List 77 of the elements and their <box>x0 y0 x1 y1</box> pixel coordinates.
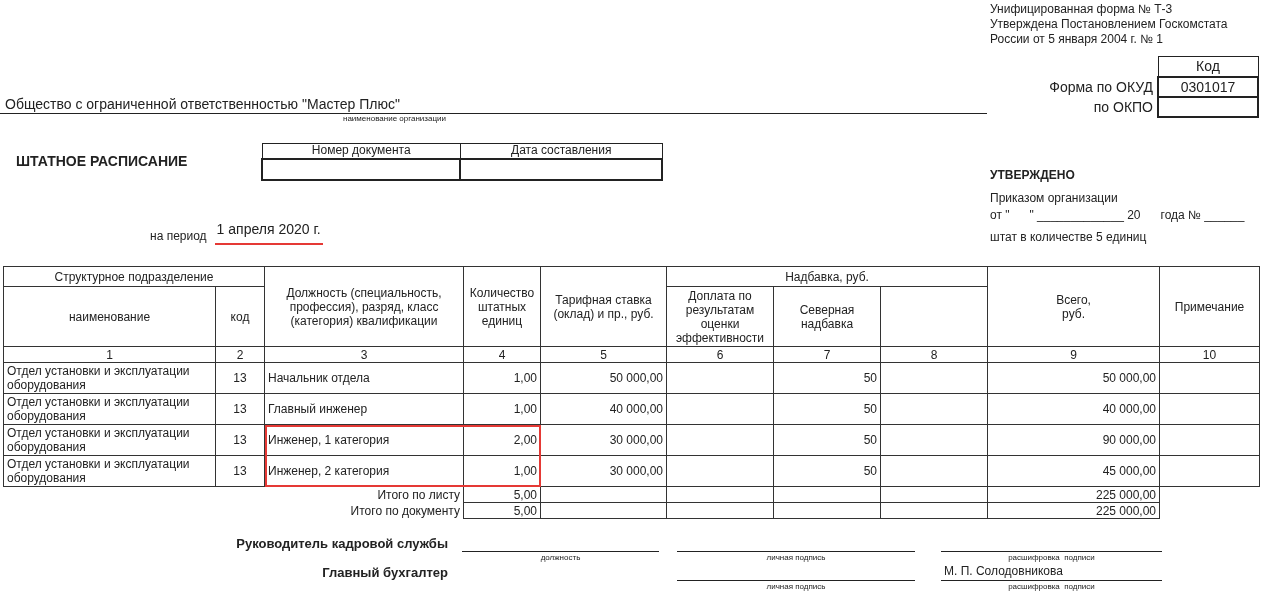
period-label: на период <box>150 227 207 245</box>
table-header-cell: Доплата по результатам оценки эффективности <box>666 286 774 347</box>
table-cell: 5,00 <box>463 486 541 503</box>
approval-line: от " " _____________ 20 года № ______ <box>990 206 1246 224</box>
table-cell: 50 <box>773 393 881 425</box>
table-header-cell: Структурное подразделение <box>3 266 265 287</box>
approval-line: Приказом организации <box>990 189 1119 207</box>
table-header-cell: Надбавка, руб. <box>666 266 988 287</box>
table-cell: 1,00 <box>463 393 541 425</box>
table-header-cell: Тарифная ставка (оклад) и пр., руб. <box>540 266 667 347</box>
table-cell: 50 000,00 <box>987 362 1160 394</box>
approval-line: штат в количестве 5 единиц <box>990 228 1148 246</box>
table-cell: Отдел установки и эксплуатации оборудования <box>3 393 216 425</box>
signatory-role: Руководитель кадровой службы <box>235 535 449 552</box>
column-number: 5 <box>540 346 667 363</box>
table-header-cell: Должность (специальность, профессия), разряд, класс (категория) квалификации <box>264 266 464 347</box>
column-number: 1 <box>3 346 216 363</box>
table-header-cell: Северная надбавка <box>773 286 881 347</box>
field-caption: наименование организации <box>343 114 447 124</box>
table-cell: Отдел установки и эксплуатации оборудования <box>3 362 216 394</box>
table-cell: Главный инженер <box>264 393 464 425</box>
table-cell: 40 000,00 <box>987 393 1160 425</box>
code-label: по ОКПО <box>1045 96 1158 117</box>
organization-name: Общество с ограниченной ответственностью "Мастер Плюс" <box>0 96 987 114</box>
table-cell: 45 000,00 <box>987 455 1160 487</box>
column-number: 10 <box>1159 346 1260 363</box>
table-header-cell: наименование <box>3 286 216 347</box>
field-caption: личная подпись <box>765 581 827 592</box>
table-header-cell: Номер документа <box>262 143 461 159</box>
table-cell: 5,00 <box>463 502 541 519</box>
approval-title: УТВЕРЖДЕНО <box>990 166 1076 184</box>
table-cell: 0301017 <box>1158 76 1258 97</box>
table-cell: 13 <box>215 455 265 487</box>
field-caption: расшифровка подписи <box>1007 581 1096 592</box>
table-cell: 30 000,00 <box>540 424 667 456</box>
field-caption: личная подпись <box>765 552 827 563</box>
table-cell: 225 000,00 <box>987 486 1160 503</box>
column-number: 3 <box>264 346 464 363</box>
column-number: 9 <box>987 346 1160 363</box>
table-cell: Начальник отдела <box>264 362 464 394</box>
form-info-line: Утверждена Постановлением Госкомстата <box>990 17 1229 32</box>
table-header-cell: Дата составления <box>460 143 662 159</box>
table-cell: 40 000,00 <box>540 393 667 425</box>
form-info-line: России от 5 января 2004 г. № 1 <box>990 32 1165 47</box>
column-number: 7 <box>773 346 881 363</box>
column-number: 4 <box>463 346 541 363</box>
field-caption: расшифровка подписи <box>1007 552 1096 563</box>
table-cell: 30 000,00 <box>540 455 667 487</box>
period-value: 1 апреля 2020 г. <box>214 218 323 245</box>
signatory-name: М. П. Солодовникова <box>941 563 1162 581</box>
column-number: 8 <box>880 346 988 363</box>
table-cell: 50 <box>773 455 881 487</box>
table-cell: 225 000,00 <box>987 502 1160 519</box>
table-cell: 50 000,00 <box>540 362 667 394</box>
total-label: Итого по документу <box>3 502 464 519</box>
table-cell: 50 <box>773 424 881 456</box>
table-header-cell: Всего, руб. <box>987 266 1160 347</box>
table-cell: 13 <box>215 424 265 456</box>
table-cell: Отдел установки и эксплуатации оборудования <box>3 455 216 487</box>
table-cell: 50 <box>773 362 881 394</box>
table-cell: Инженер, 1 категория <box>264 424 464 456</box>
table-cell: 13 <box>215 393 265 425</box>
form-info-line: Унифицированная форма № Т-3 <box>990 2 1174 17</box>
table-cell: 90 000,00 <box>987 424 1160 456</box>
column-number: 2 <box>215 346 265 363</box>
table-header-cell: Количество штатных единиц <box>463 266 541 347</box>
total-label: Итого по листу <box>3 486 464 503</box>
signatory-role: Главный бухгалтер <box>321 564 449 581</box>
document-title: ШТАТНОЕ РАСПИСАНИЕ <box>15 152 189 172</box>
table-header-cell: Код <box>1158 56 1258 77</box>
table-header-cell: Примечание <box>1159 266 1260 347</box>
code-label: Форма по ОКУД <box>1045 76 1158 97</box>
table-cell: Отдел установки и эксплуатации оборудования <box>3 424 216 456</box>
field-caption: должность <box>539 552 582 563</box>
table-cell: 13 <box>215 362 265 394</box>
column-number: 6 <box>666 346 774 363</box>
table-cell: 1,00 <box>463 362 541 394</box>
